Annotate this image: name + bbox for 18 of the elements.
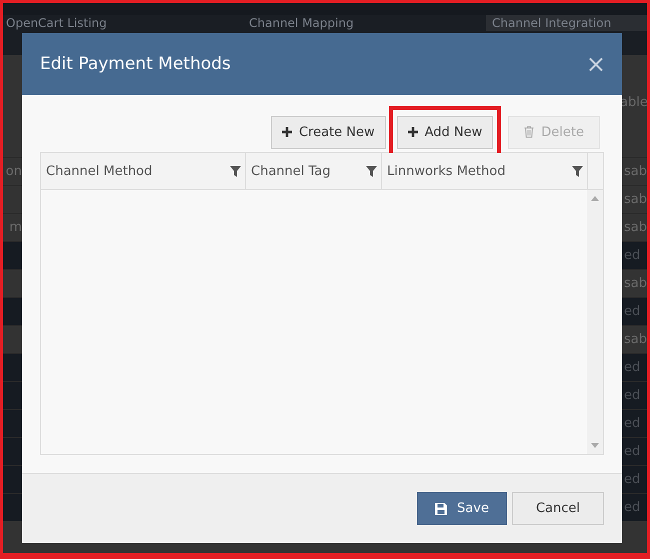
plus-icon [408,127,418,137]
trash-icon [524,126,534,138]
column-header[interactable]: Linnworks Method [382,153,588,189]
tab[interactable]: OpenCart Listing [0,15,243,31]
filter-icon[interactable] [572,166,583,176]
toolbar-button[interactable]: Add New [396,116,494,148]
save-button[interactable]: Save [417,492,507,525]
column-header[interactable]: Channel Tag [246,153,382,189]
filter-icon[interactable] [366,166,377,176]
filter-icon[interactable] [230,166,241,176]
tab[interactable]: Channel Integration [486,15,650,31]
plus-icon [282,127,292,137]
cancel-button[interactable]: Cancel [512,492,604,525]
toolbar-button[interactable]: Create New [270,116,386,148]
dialog-title: Edit Payment Methods [40,54,231,74]
tab[interactable]: Channel Mapping [243,15,486,31]
close-button[interactable]: × [586,52,606,76]
column-header[interactable]: Channel Method [41,153,246,189]
